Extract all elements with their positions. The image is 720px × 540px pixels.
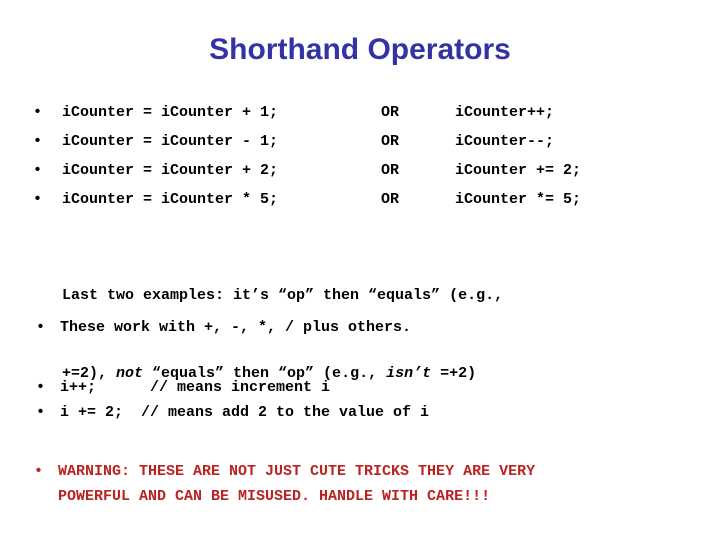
longhand-expression: iCounter = iCounter * 5; xyxy=(62,191,279,208)
table-row: • iCounter = iCounter + 1; OR iCounter++… xyxy=(0,98,720,127)
table-row: • iCounter = iCounter + 2; OR iCounter +… xyxy=(0,156,720,185)
bullet-icon: • xyxy=(36,379,46,396)
connector-label: OR xyxy=(381,191,400,208)
warning-line-2: POWERFUL AND CAN BE MISUSED. HANDLE WITH… xyxy=(58,488,491,505)
connector-label: OR xyxy=(381,162,400,179)
bullet-icon: • xyxy=(33,104,43,121)
table-row: • iCounter = iCounter - 1; OR iCounter--… xyxy=(0,127,720,156)
page-title: Shorthand Operators xyxy=(209,33,511,66)
shorthand-expression: iCounter += 2; xyxy=(455,162,582,179)
connector-label: OR xyxy=(381,133,400,150)
note-line-1: Last two examples: it’s “op” then “equal… xyxy=(62,283,692,309)
shorthand-expression: iCounter *= 5; xyxy=(455,191,582,208)
bullet-icon: • xyxy=(36,319,46,336)
bullet-icon: • xyxy=(33,191,43,208)
list-item-label: i++; // means increment i xyxy=(60,379,331,396)
bullet-icon: • xyxy=(36,404,46,421)
shorthand-expression: iCounter--; xyxy=(455,133,555,150)
warning-text: WARNING: THESE ARE NOT JUST CUTE TRICKS … xyxy=(58,459,718,509)
bullet-icon: • xyxy=(34,463,44,480)
longhand-expression: iCounter = iCounter + 1; xyxy=(62,104,279,121)
operator-equivalence-table: • iCounter = iCounter + 1; OR iCounter++… xyxy=(0,98,720,214)
bullet-icon: • xyxy=(33,162,43,179)
longhand-expression: iCounter = iCounter + 2; xyxy=(62,162,279,179)
shorthand-expression: iCounter++; xyxy=(455,104,555,121)
list-item-label: These work with +, -, *, / plus others. xyxy=(60,319,412,336)
bullet-icon: • xyxy=(33,133,43,150)
note-line-1-text: Last two examples: it’s “op” then “equal… xyxy=(62,287,504,304)
list-item-label: i += 2; // means add 2 to the value of i xyxy=(60,404,430,421)
table-row: • iCounter = iCounter * 5; OR iCounter *… xyxy=(0,185,720,214)
connector-label: OR xyxy=(381,104,400,121)
slide-canvas: Shorthand Operators • iCounter = iCounte… xyxy=(0,0,720,540)
longhand-expression: iCounter = iCounter - 1; xyxy=(62,133,279,150)
warning-line-1: WARNING: THESE ARE NOT JUST CUTE TRICKS … xyxy=(58,463,536,480)
